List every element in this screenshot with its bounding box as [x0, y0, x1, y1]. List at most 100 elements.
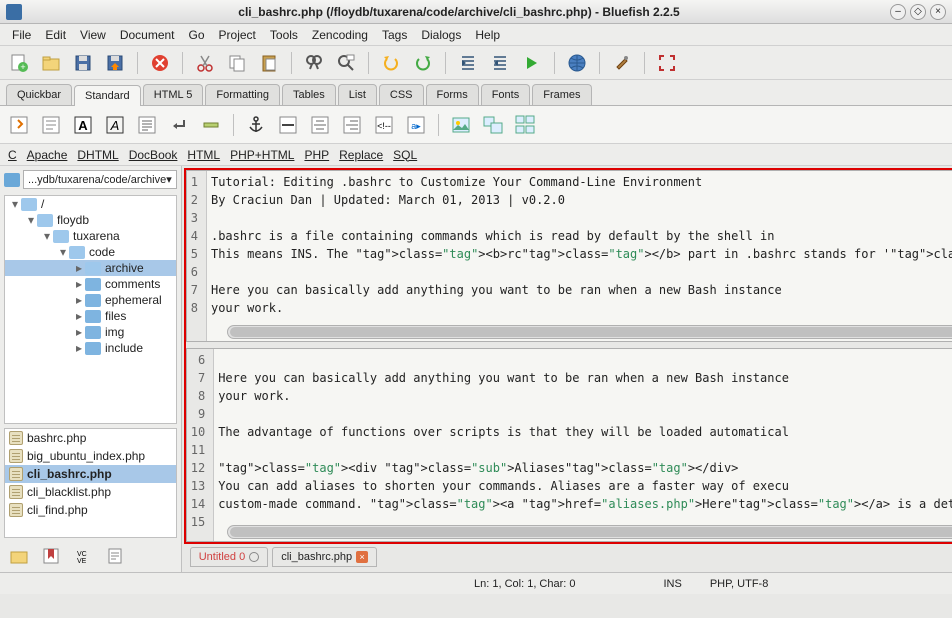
close-window-button[interactable]: ×	[930, 4, 946, 20]
rightalign-icon[interactable]	[339, 112, 365, 138]
indent-button[interactable]	[487, 50, 513, 76]
lang-replace[interactable]: Replace	[339, 148, 383, 162]
find-replace-button[interactable]	[333, 50, 359, 76]
nbsp-icon[interactable]	[198, 112, 224, 138]
snippets-button[interactable]	[102, 543, 128, 569]
save-as-button[interactable]	[102, 50, 128, 76]
lang-apache[interactable]: Apache	[27, 148, 68, 162]
lang-php[interactable]: PHP	[304, 148, 329, 162]
preferences-button[interactable]	[609, 50, 635, 76]
toolbar-tab-forms[interactable]: Forms	[426, 84, 479, 105]
tree-item-ephemeral[interactable]: ▸ephemeral	[5, 292, 176, 308]
toolbar-tab-fonts[interactable]: Fonts	[481, 84, 531, 105]
close-tab-icon[interactable]: ×	[356, 551, 368, 563]
center-icon[interactable]	[307, 112, 333, 138]
toolbar-tab-quickbar[interactable]: Quickbar	[6, 84, 72, 105]
image-icon[interactable]	[448, 112, 474, 138]
tree-item-include[interactable]: ▸include	[5, 340, 176, 356]
toolbar-tab-html-5[interactable]: HTML 5	[143, 84, 204, 105]
expander-icon[interactable]: ▾	[57, 245, 69, 259]
folder-tree[interactable]: ▾/▾floydb▾tuxarena▾code▸archive▸comments…	[4, 195, 177, 424]
comment-icon[interactable]: <!--	[371, 112, 397, 138]
code-bottom[interactable]: Here you can basically add anything you …	[214, 349, 952, 541]
thumbnail-icon[interactable]	[480, 112, 506, 138]
lang-html[interactable]: HTML	[187, 148, 220, 162]
unindent-button[interactable]	[455, 50, 481, 76]
expander-icon[interactable]: ▸	[73, 309, 85, 323]
italic-icon[interactable]: A	[102, 112, 128, 138]
maximize-button[interactable]: ◇	[910, 4, 926, 20]
toolbar-tab-list[interactable]: List	[338, 84, 377, 105]
expander-icon[interactable]: ▸	[73, 341, 85, 355]
tree-item-code[interactable]: ▾code	[5, 244, 176, 260]
expander-icon[interactable]: ▸	[73, 325, 85, 339]
para-icon[interactable]	[134, 112, 160, 138]
toolbar-tab-frames[interactable]: Frames	[532, 84, 591, 105]
multithumbnail-icon[interactable]	[512, 112, 538, 138]
minimize-button[interactable]: –	[890, 4, 906, 20]
menu-project[interactable]: Project	[213, 26, 262, 44]
charmap-button[interactable]: VCVE	[70, 543, 96, 569]
anchor-icon[interactable]	[243, 112, 269, 138]
undo-button[interactable]	[378, 50, 404, 76]
open-folder-button[interactable]	[6, 543, 32, 569]
file-list[interactable]: bashrc.phpbig_ubuntu_index.phpcli_bashrc…	[4, 428, 177, 538]
web-preview-button[interactable]	[564, 50, 590, 76]
path-combo[interactable]: ...ydb/tuxarena/code/archive ▾	[23, 170, 177, 189]
body-icon[interactable]	[38, 112, 64, 138]
menu-tags[interactable]: Tags	[376, 26, 413, 44]
file-item[interactable]: big_ubuntu_index.php	[5, 447, 176, 465]
menu-help[interactable]: Help	[469, 26, 506, 44]
editor-tab[interactable]: Untitled 0	[190, 547, 268, 567]
tree-item-archive[interactable]: ▸archive	[5, 260, 176, 276]
bold-icon[interactable]: A	[70, 112, 96, 138]
lang-docbook[interactable]: DocBook	[129, 148, 178, 162]
link-icon[interactable]: a▸	[403, 112, 429, 138]
close-doc-button[interactable]	[147, 50, 173, 76]
expander-icon[interactable]: ▸	[73, 277, 85, 291]
lang-dhtml[interactable]: DHTML	[77, 148, 118, 162]
menu-view[interactable]: View	[74, 26, 112, 44]
hr-icon[interactable]	[275, 112, 301, 138]
menu-document[interactable]: Document	[114, 26, 181, 44]
menu-tools[interactable]: Tools	[264, 26, 304, 44]
tab-indicator-icon[interactable]	[249, 552, 259, 562]
hscrollbar-top[interactable]	[227, 325, 952, 339]
toolbar-tab-formatting[interactable]: Formatting	[205, 84, 280, 105]
expander-icon[interactable]: ▾	[9, 197, 21, 211]
open-button[interactable]	[38, 50, 64, 76]
save-button[interactable]	[70, 50, 96, 76]
toolbar-tab-css[interactable]: CSS	[379, 84, 424, 105]
redo-button[interactable]	[410, 50, 436, 76]
tree-item-floydb[interactable]: ▾floydb	[5, 212, 176, 228]
toolbar-tab-standard[interactable]: Standard	[74, 85, 141, 106]
lang-php-html[interactable]: PHP+HTML	[230, 148, 294, 162]
bookmarks-button[interactable]	[38, 543, 64, 569]
editor-tab[interactable]: cli_bashrc.php×	[272, 547, 377, 567]
file-item[interactable]: cli_bashrc.php	[5, 465, 176, 483]
new-file-button[interactable]: +	[6, 50, 32, 76]
copy-button[interactable]	[224, 50, 250, 76]
code-pane-top[interactable]: 12345678 Tutorial: Editing .bashrc to Cu…	[186, 170, 952, 342]
file-item[interactable]: cli_blacklist.php	[5, 483, 176, 501]
lang-c[interactable]: C	[8, 148, 17, 162]
tree-item-root[interactable]: ▾/	[5, 196, 176, 212]
tree-item-comments[interactable]: ▸comments	[5, 276, 176, 292]
expander-icon[interactable]: ▸	[73, 293, 85, 307]
file-item[interactable]: cli_find.php	[5, 501, 176, 519]
expander-icon[interactable]: ▸	[73, 261, 85, 275]
lang-sql[interactable]: SQL	[393, 148, 417, 162]
file-item[interactable]: bashrc.php	[5, 429, 176, 447]
tree-item-tuxarena[interactable]: ▾tuxarena	[5, 228, 176, 244]
run-button[interactable]	[519, 50, 545, 76]
find-button[interactable]	[301, 50, 327, 76]
code-pane-bottom[interactable]: 6789101112131415 Here you can basically …	[186, 348, 952, 542]
toolbar-tab-tables[interactable]: Tables	[282, 84, 336, 105]
menu-file[interactable]: File	[6, 26, 37, 44]
hscrollbar-bottom[interactable]	[227, 525, 952, 539]
tree-item-files[interactable]: ▸files	[5, 308, 176, 324]
break-icon[interactable]	[166, 112, 192, 138]
expander-icon[interactable]: ▾	[41, 229, 53, 243]
code-top[interactable]: Tutorial: Editing .bashrc to Customize Y…	[207, 171, 952, 341]
fullscreen-button[interactable]	[654, 50, 680, 76]
